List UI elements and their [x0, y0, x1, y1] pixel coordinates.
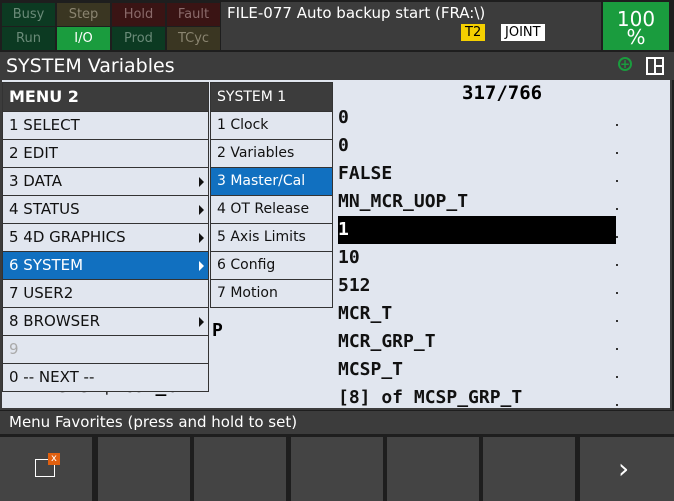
system-submenu: SYSTEM 1 1 Clock 2 Variables 3 Master/Cal 4 … [210, 82, 333, 308]
menu-item-label: 2 EDIT [9, 144, 58, 162]
override-button[interactable]: 100 % [603, 2, 669, 50]
menu-item-label: 6 Config [217, 257, 276, 273]
chevron-right-icon: › [618, 452, 630, 485]
menu-item[interactable]: 4 STATUS [3, 195, 208, 223]
menu-item-label: 5 4D GRAPHICS [9, 228, 126, 246]
status-fault: Fault [167, 3, 220, 26]
status-tcyc: TCyc [167, 27, 220, 50]
column-marker [616, 376, 618, 378]
menu-item-label: 1 Clock [217, 117, 269, 133]
variable-value[interactable]: FALSE [338, 160, 392, 188]
submenu-item[interactable]: 2 Variables [211, 139, 332, 167]
alarm-message: FILE-077 Auto backup start (FRA:\) [227, 4, 486, 22]
menu-item[interactable]: 2 EDIT [3, 139, 208, 167]
menu-item-label: 5 Axis Limits [217, 229, 306, 245]
variable-value[interactable]: MN_MCR_UOP_T [338, 188, 468, 216]
variable-value[interactable]: 0 [338, 104, 349, 132]
menu-item-label: 6 SYSTEM [9, 256, 84, 274]
function-key-5[interactable] [387, 437, 479, 501]
zoom-icon[interactable]: + [618, 57, 632, 71]
status-prod: Prod [112, 27, 165, 50]
status-step: Step [57, 3, 110, 26]
submenu-arrow-icon [199, 317, 204, 327]
variable-value[interactable]: 512 [338, 272, 371, 300]
var-name-fragment: P [212, 320, 223, 341]
menu-item-label: 8 BROWSER [9, 312, 101, 330]
column-marker [616, 320, 618, 322]
variable-value[interactable]: [8] of MCSP_GRP_T [338, 384, 522, 412]
menu-item-label: 4 STATUS [9, 200, 80, 218]
menu-item-label: 3 DATA [9, 172, 62, 190]
menu-item-label: 0 -- NEXT -- [9, 368, 95, 386]
menu-title: MENU 2 [3, 83, 208, 111]
menu-item-label: 3 Master/Cal [217, 173, 306, 189]
column-marker [616, 404, 618, 406]
column-marker [616, 348, 618, 350]
layout-icon[interactable] [646, 57, 664, 75]
status-line: Menu Favorites (press and hold to set) [0, 411, 674, 434]
menu-item[interactable]: 0 -- NEXT -- [3, 363, 208, 391]
submenu-item[interactable]: 7 Motion [211, 279, 332, 307]
variable-value[interactable]: MCSP_T [338, 356, 403, 384]
screen-title-text: SYSTEM Variables [6, 55, 175, 77]
override-unit: % [626, 25, 646, 49]
submenu-item[interactable]: 4 OT Release [211, 195, 332, 223]
screen-title: SYSTEM Variables + [0, 52, 674, 80]
coord-badge[interactable]: JOINT [501, 24, 545, 41]
submenu-arrow-icon [199, 233, 204, 243]
column-marker [616, 124, 618, 126]
menu-item[interactable]: 7 USER2 [3, 279, 208, 307]
variable-value[interactable]: 10 [338, 244, 360, 272]
column-marker [616, 208, 618, 210]
submenu-item[interactable]: 1 Clock [211, 111, 332, 139]
menu-item-label: 2 Variables [217, 145, 295, 161]
submenu-arrow-icon [199, 177, 204, 187]
menu-item-label: 4 OT Release [217, 201, 310, 217]
status-run: Run [2, 27, 55, 50]
menu-item: 9 [3, 335, 208, 363]
function-key-4[interactable] [291, 437, 383, 501]
column-marker [616, 264, 618, 266]
function-key-7[interactable]: › [580, 437, 674, 501]
column-marker [616, 180, 618, 182]
menu-item-label: 1 SELECT [9, 116, 80, 134]
variable-value[interactable]: MCR_GRP_T [338, 328, 436, 356]
submenu-item[interactable]: 3 Master/Cal [211, 167, 332, 195]
function-key-1[interactable]: x [0, 437, 92, 501]
variable-value[interactable]: 0 [338, 132, 349, 160]
menu-item[interactable]: 5 4D GRAPHICS [3, 223, 208, 251]
menu-item[interactable]: 6 SYSTEM [3, 251, 208, 279]
menu-2: MENU 2 1 SELECT 2 EDIT 3 DATA 4 STATUS 5 4D G… [2, 82, 209, 392]
function-key-6[interactable] [483, 437, 575, 501]
menu-item[interactable]: 3 DATA [3, 167, 208, 195]
status-io: I/O [57, 27, 110, 50]
column-marker [616, 292, 618, 294]
menu-item-label: 7 USER2 [9, 284, 74, 302]
item-counter: 317/766 [462, 82, 543, 104]
column-marker [616, 152, 618, 154]
menu-item-label: 7 Motion [217, 285, 278, 301]
status-busy: Busy [2, 3, 55, 26]
function-key-2[interactable] [98, 437, 190, 501]
menu-item[interactable]: 1 SELECT [3, 111, 208, 139]
variable-value[interactable]: 1 [338, 216, 616, 244]
column-marker [616, 236, 618, 238]
variable-value[interactable]: MCR_T [338, 300, 392, 328]
message-area: FILE-077 Auto backup start (FRA:\) T2 JO… [221, 2, 601, 50]
menu-item[interactable]: 8 BROWSER [3, 307, 208, 335]
submenu-arrow-icon [199, 205, 204, 215]
submenu-item[interactable]: 5 Axis Limits [211, 223, 332, 251]
submenu-arrow-icon [199, 261, 204, 271]
submenu-item[interactable]: 6 Config [211, 251, 332, 279]
mode-badge: T2 [461, 24, 486, 41]
status-hold: Hold [112, 3, 165, 26]
function-key-3[interactable] [194, 437, 286, 501]
submenu-title: SYSTEM 1 [211, 83, 332, 111]
close-badge-icon: x [48, 453, 60, 465]
menu-item-label: 9 [9, 340, 19, 358]
